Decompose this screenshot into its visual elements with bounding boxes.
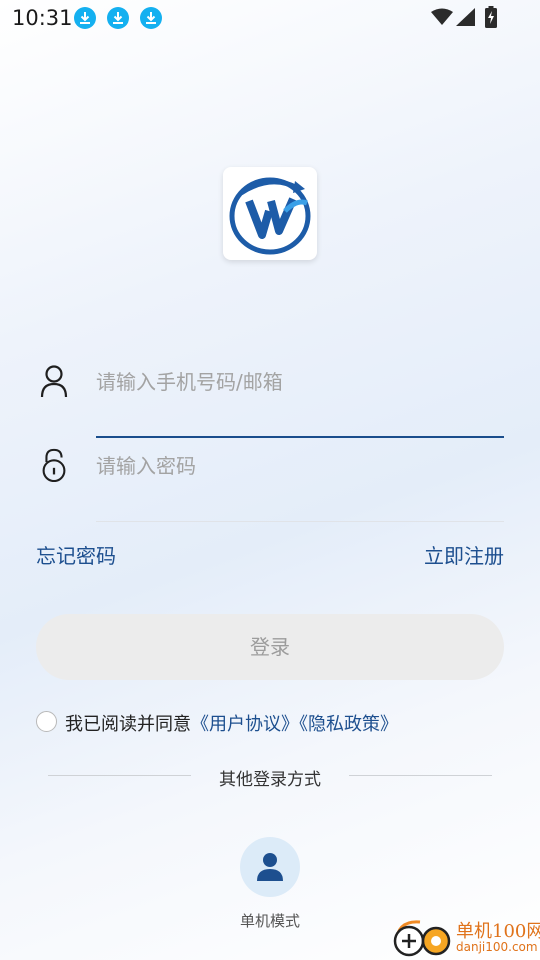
login-button[interactable]: 登录	[36, 614, 504, 680]
user-agreement-link[interactable]: 《用户协议》	[191, 714, 299, 735]
watermark-url: danji100.com	[456, 940, 538, 954]
lock-icon	[42, 448, 66, 482]
divider-right	[349, 775, 492, 776]
account-field	[36, 354, 504, 438]
password-field	[36, 438, 504, 522]
other-login-title: 其他登录方式	[219, 770, 321, 790]
divider-left	[48, 775, 191, 776]
wifi-icon	[431, 8, 453, 30]
battery-charging-icon	[485, 6, 497, 32]
privacy-policy-link[interactable]: 《隐私政策》	[299, 714, 398, 735]
forgot-password-link[interactable]: 忘记密码	[36, 540, 116, 569]
person-icon	[257, 853, 283, 881]
agreement-checkbox[interactable]	[36, 711, 57, 732]
register-link[interactable]: 立即注册	[424, 540, 504, 569]
app-logo-icon	[229, 177, 311, 255]
signal-icon	[456, 8, 476, 30]
account-input[interactable]	[96, 362, 496, 402]
password-input[interactable]	[96, 446, 496, 486]
user-icon	[40, 365, 68, 398]
download-icon	[74, 7, 96, 29]
status-time: 10:31	[12, 6, 73, 30]
status-bar: 10:31	[0, 0, 540, 38]
password-underline	[96, 521, 504, 522]
agreement-prefix: 我已阅读并同意	[65, 714, 191, 735]
danji100-logo-icon	[393, 920, 451, 957]
app-logo	[223, 167, 317, 260]
single-mode-button[interactable]	[240, 837, 300, 897]
single-mode-label: 单机模式	[239, 912, 300, 930]
download-icon	[140, 7, 162, 29]
agreement-text: 我已阅读并同意《用户协议》《隐私政策》	[65, 710, 398, 736]
watermark: 单机100网 danji100.com	[390, 916, 540, 960]
download-icon	[107, 7, 129, 29]
